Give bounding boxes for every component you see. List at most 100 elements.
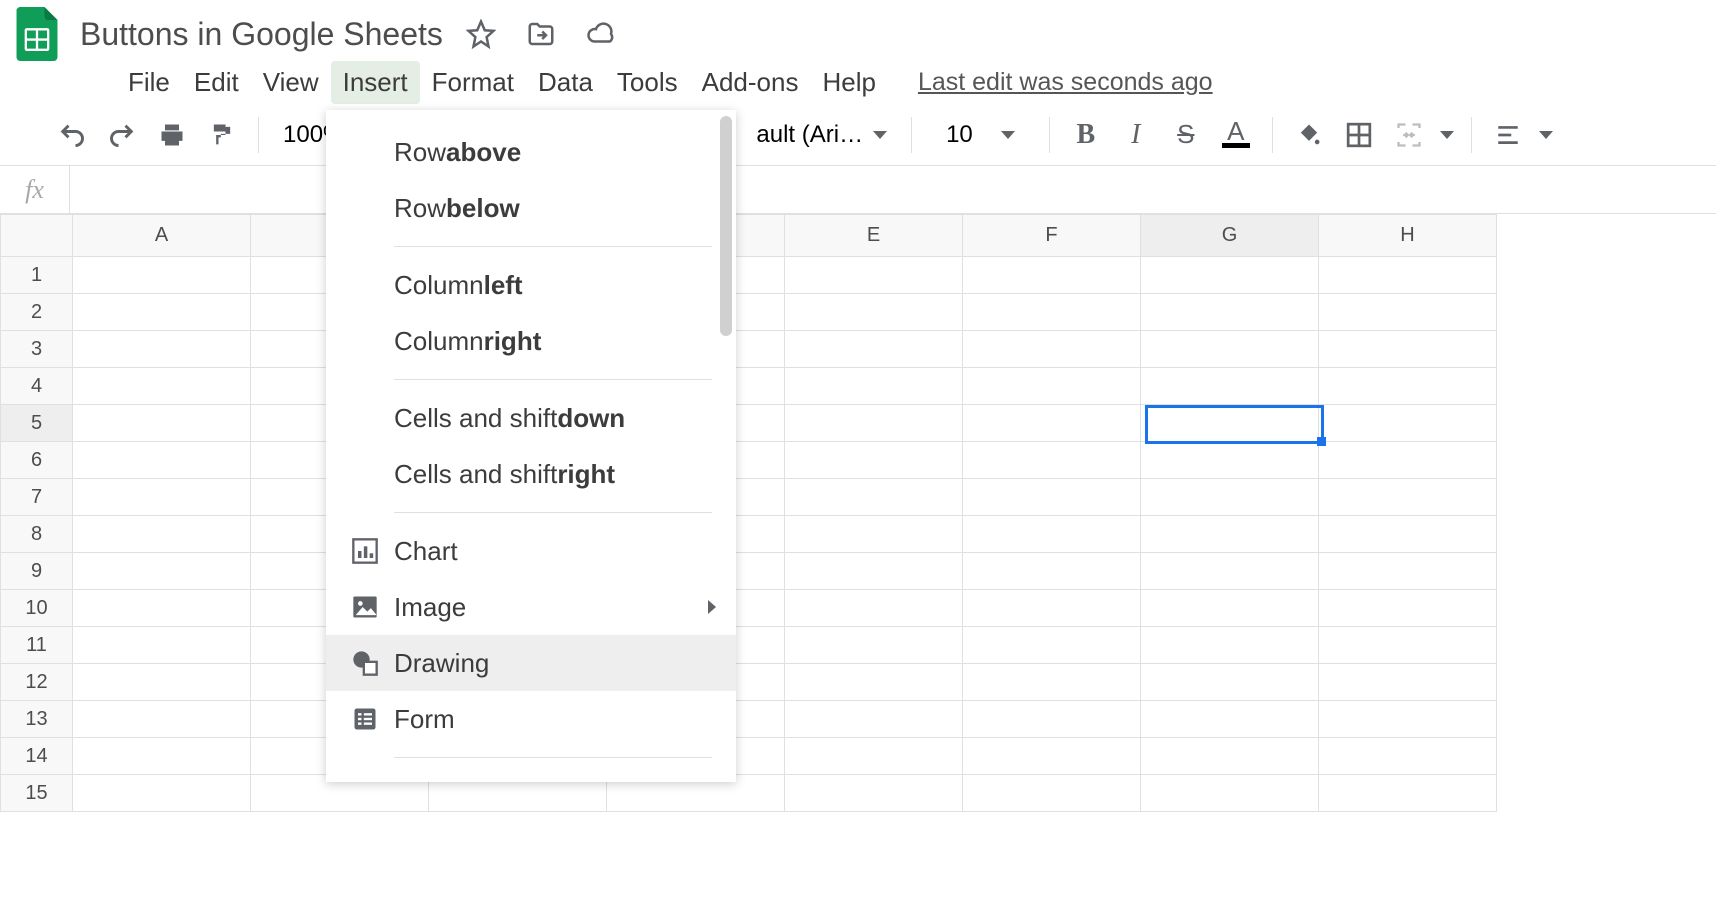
cell[interactable] bbox=[785, 257, 963, 294]
star-icon[interactable] bbox=[461, 14, 501, 54]
row-header[interactable]: 1 bbox=[1, 257, 73, 294]
cell[interactable] bbox=[73, 775, 251, 812]
cell[interactable] bbox=[1319, 590, 1497, 627]
menu-item-cells-and-shift-down[interactable]: Cells and shift down bbox=[326, 390, 736, 446]
menu-item-drawing[interactable]: Drawing bbox=[326, 635, 736, 691]
cell[interactable] bbox=[1319, 701, 1497, 738]
cell[interactable] bbox=[963, 701, 1141, 738]
menu-item-cells-and-shift-right[interactable]: Cells and shift right bbox=[326, 446, 736, 502]
cell[interactable] bbox=[73, 664, 251, 701]
last-edit-link[interactable]: Last edit was seconds ago bbox=[918, 68, 1213, 97]
cell[interactable] bbox=[73, 553, 251, 590]
cell[interactable] bbox=[1319, 664, 1497, 701]
row-header[interactable]: 11 bbox=[1, 627, 73, 664]
menu-format[interactable]: Format bbox=[420, 61, 526, 104]
menu-view[interactable]: View bbox=[251, 61, 331, 104]
cell[interactable] bbox=[1319, 553, 1497, 590]
cell[interactable] bbox=[1141, 664, 1319, 701]
row-header[interactable]: 10 bbox=[1, 590, 73, 627]
cell[interactable] bbox=[785, 627, 963, 664]
cell[interactable] bbox=[1319, 442, 1497, 479]
cell[interactable] bbox=[785, 590, 963, 627]
cell[interactable] bbox=[785, 479, 963, 516]
cell[interactable] bbox=[963, 368, 1141, 405]
menu-item-column-left[interactable]: Column left bbox=[326, 257, 736, 313]
cell[interactable] bbox=[785, 701, 963, 738]
cell[interactable] bbox=[1141, 331, 1319, 368]
bold-button[interactable]: B bbox=[1064, 113, 1108, 157]
cell[interactable] bbox=[963, 664, 1141, 701]
select-all-corner[interactable] bbox=[1, 215, 73, 257]
cell[interactable] bbox=[1319, 405, 1497, 442]
cell[interactable] bbox=[1319, 331, 1497, 368]
row-header[interactable]: 7 bbox=[1, 479, 73, 516]
borders-button[interactable] bbox=[1337, 113, 1381, 157]
menu-item-column-right[interactable]: Column right bbox=[326, 313, 736, 369]
menu-addons[interactable]: Add-ons bbox=[690, 61, 811, 104]
cell[interactable] bbox=[963, 331, 1141, 368]
cell[interactable] bbox=[73, 479, 251, 516]
menu-item-row-above[interactable]: Row above bbox=[326, 124, 736, 180]
cell[interactable] bbox=[73, 257, 251, 294]
row-header[interactable]: 3 bbox=[1, 331, 73, 368]
column-header[interactable]: H bbox=[1319, 215, 1497, 257]
cell[interactable] bbox=[1319, 479, 1497, 516]
column-header[interactable]: G bbox=[1141, 215, 1319, 257]
cell[interactable] bbox=[963, 590, 1141, 627]
cell[interactable] bbox=[1141, 294, 1319, 331]
menu-item-form[interactable]: Form bbox=[326, 691, 736, 747]
undo-button[interactable] bbox=[50, 113, 94, 157]
cell[interactable] bbox=[73, 738, 251, 775]
merge-cells-button[interactable] bbox=[1387, 113, 1431, 157]
menu-file[interactable]: File bbox=[116, 61, 182, 104]
column-header[interactable]: E bbox=[785, 215, 963, 257]
italic-button[interactable]: I bbox=[1114, 113, 1158, 157]
cell[interactable] bbox=[1141, 405, 1319, 442]
cell[interactable] bbox=[1319, 516, 1497, 553]
cell[interactable] bbox=[785, 553, 963, 590]
cell[interactable] bbox=[963, 516, 1141, 553]
cell[interactable] bbox=[785, 331, 963, 368]
menu-item-image[interactable]: Image bbox=[326, 579, 736, 635]
cell[interactable] bbox=[785, 738, 963, 775]
cell[interactable] bbox=[963, 442, 1141, 479]
cell[interactable] bbox=[1319, 738, 1497, 775]
cell[interactable] bbox=[1141, 738, 1319, 775]
cell[interactable] bbox=[73, 294, 251, 331]
row-header[interactable]: 15 bbox=[1, 775, 73, 812]
menu-item-chart[interactable]: Chart bbox=[326, 523, 736, 579]
paint-format-button[interactable] bbox=[200, 113, 244, 157]
menu-item-row-below[interactable]: Row below bbox=[326, 180, 736, 236]
column-header[interactable]: F bbox=[963, 215, 1141, 257]
row-header[interactable]: 13 bbox=[1, 701, 73, 738]
row-header[interactable]: 2 bbox=[1, 294, 73, 331]
spreadsheet-grid[interactable]: ABCDEFGH123456789101112131415 bbox=[0, 214, 1716, 894]
cell[interactable] bbox=[1141, 442, 1319, 479]
merge-dropdown-button[interactable] bbox=[1437, 113, 1457, 157]
cell[interactable] bbox=[1319, 294, 1497, 331]
cell[interactable] bbox=[73, 442, 251, 479]
cell[interactable] bbox=[963, 405, 1141, 442]
cell[interactable] bbox=[785, 775, 963, 812]
cell[interactable] bbox=[1319, 368, 1497, 405]
row-header[interactable]: 8 bbox=[1, 516, 73, 553]
document-title[interactable]: Buttons in Google Sheets bbox=[80, 16, 443, 53]
cell[interactable] bbox=[963, 738, 1141, 775]
cell[interactable] bbox=[1141, 257, 1319, 294]
cell[interactable] bbox=[1319, 257, 1497, 294]
fill-color-button[interactable] bbox=[1287, 113, 1331, 157]
menu-data[interactable]: Data bbox=[526, 61, 605, 104]
cell[interactable] bbox=[1141, 368, 1319, 405]
align-dropdown-button[interactable] bbox=[1536, 113, 1556, 157]
row-header[interactable]: 14 bbox=[1, 738, 73, 775]
cell[interactable] bbox=[1319, 627, 1497, 664]
cell[interactable] bbox=[73, 405, 251, 442]
cell[interactable] bbox=[73, 516, 251, 553]
text-color-button[interactable]: A bbox=[1214, 113, 1258, 157]
cell[interactable] bbox=[73, 590, 251, 627]
font-size-dropdown[interactable]: 10 bbox=[926, 121, 1035, 149]
cell[interactable] bbox=[963, 257, 1141, 294]
menu-tools[interactable]: Tools bbox=[605, 61, 690, 104]
cell[interactable] bbox=[785, 664, 963, 701]
cell[interactable] bbox=[1141, 701, 1319, 738]
